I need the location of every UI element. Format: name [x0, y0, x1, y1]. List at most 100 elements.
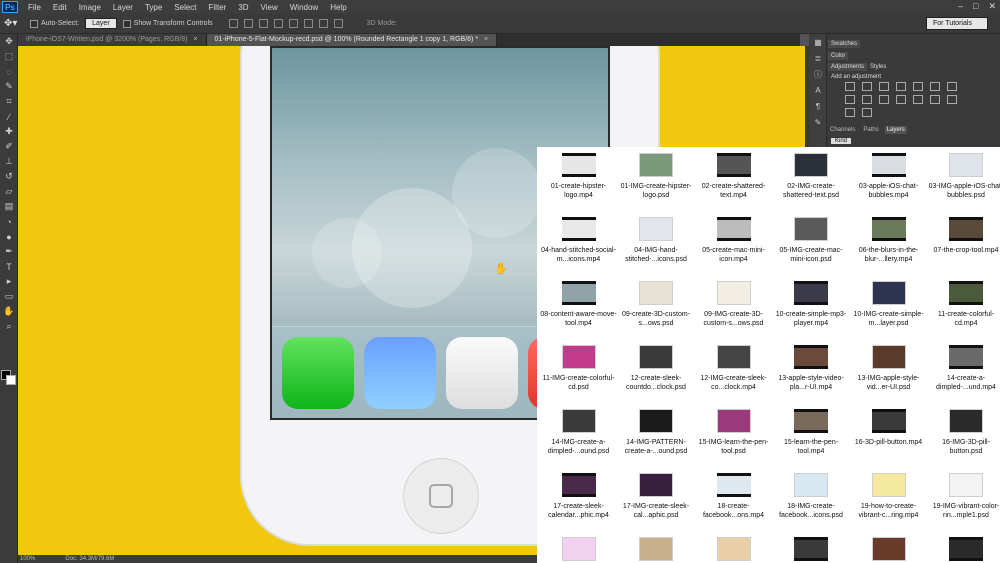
file-item[interactable]	[540, 537, 617, 561]
video-thumbnail-icon[interactable]	[949, 537, 983, 561]
file-item[interactable]: 03-IMG-apple-iOS-chat-bubbles.psd	[928, 153, 1000, 200]
file-item[interactable]: 07-the-crop-tool.mp4	[928, 217, 1000, 255]
video-thumbnail-icon[interactable]	[871, 217, 906, 241]
image-thumbnail-icon[interactable]	[871, 345, 906, 369]
file-item[interactable]: 15-IMG-learn-the-pen-tool.psd	[695, 409, 772, 456]
file-item[interactable]: 11-IMG-create-colorful-cd.psd	[540, 345, 617, 392]
gradient-map-icon[interactable]	[845, 108, 855, 117]
photo-filter-icon[interactable]	[862, 95, 872, 104]
invert-icon[interactable]	[913, 95, 923, 104]
menu-file[interactable]: File	[22, 3, 47, 12]
align-center-icon[interactable]	[288, 19, 298, 28]
image-thumbnail-icon[interactable]	[716, 537, 751, 561]
channel-mixer-icon[interactable]	[879, 95, 889, 104]
image-thumbnail-icon[interactable]	[561, 409, 596, 433]
file-item[interactable]: 04-IMG-hand-stitched-...icons.psd	[618, 217, 695, 264]
file-item[interactable]: 02-IMG-create-shattered-text.psd	[773, 153, 850, 200]
file-item[interactable]: 10-IMG-create-simple-m...layer.psd	[850, 281, 927, 328]
image-thumbnail-icon[interactable]	[639, 409, 673, 433]
crop-tool-icon[interactable]: ⌗	[0, 94, 18, 109]
menu-help[interactable]: Help	[324, 3, 352, 12]
image-thumbnail-icon[interactable]	[871, 281, 906, 305]
file-item[interactable]: 11-create-colorful-cd.mp4	[928, 281, 1000, 328]
transform-controls-checkbox[interactable]	[122, 19, 131, 28]
video-thumbnail-icon[interactable]	[871, 153, 906, 177]
tab-iphone-flat-mockup[interactable]: 01-iPhone-5-Flat-Mockup-recd.psd @ 100% …	[206, 34, 498, 46]
workspace-dropdown[interactable]: For Tutorials	[926, 17, 988, 30]
marquee-tool-icon[interactable]: ⬚	[0, 49, 18, 64]
video-thumbnail-icon[interactable]	[949, 345, 983, 369]
gradient-tool-icon[interactable]: ▤	[0, 199, 18, 214]
file-item[interactable]: 01-create-hipster-logo.mp4	[540, 153, 617, 200]
file-item[interactable]: 17-create-sleek-calendar...phic.mp4	[540, 473, 617, 520]
file-item[interactable]: 05-create-mac-mini-icon.mp4	[695, 217, 772, 264]
file-item[interactable]: 12-IMG-create-sleek-co...clock.mp4	[695, 345, 772, 392]
video-thumbnail-icon[interactable]	[794, 537, 828, 561]
eraser-tool-icon[interactable]: ▱	[0, 184, 18, 199]
curves-icon[interactable]	[879, 82, 889, 91]
file-item[interactable]: 16-IMG-3D-pill-button.psd	[928, 409, 1000, 456]
color-lookup-icon[interactable]	[896, 95, 906, 104]
video-thumbnail-icon[interactable]	[794, 281, 828, 305]
menu-select[interactable]: Select	[168, 3, 202, 12]
video-thumbnail-icon[interactable]	[716, 153, 751, 177]
type-tool-icon[interactable]: T	[0, 259, 18, 274]
exposure-icon[interactable]	[896, 82, 906, 91]
brush-tool-icon[interactable]: ✐	[0, 139, 18, 154]
image-thumbnail-icon[interactable]	[561, 537, 596, 561]
image-thumbnail-icon[interactable]	[639, 217, 673, 241]
maximize-icon[interactable]: □	[973, 1, 978, 12]
align-left-icon[interactable]	[273, 19, 283, 28]
tab-adjustments[interactable]: Adjustments	[828, 63, 868, 71]
tab-swatches[interactable]: Swatches	[828, 40, 861, 48]
file-item[interactable]	[850, 537, 927, 561]
file-item[interactable]: 19-IMG-vibrant-color-rin...mple1.psd	[928, 473, 1000, 520]
file-item[interactable]	[773, 537, 850, 561]
tab-layers[interactable]: Layers	[884, 126, 907, 134]
app-icon-white[interactable]	[446, 337, 518, 409]
file-item[interactable]: 02-create-shattered-text.mp4	[695, 153, 772, 200]
video-thumbnail-icon[interactable]	[561, 153, 596, 177]
tab-channels[interactable]: Channels	[828, 126, 857, 134]
file-item[interactable]: 16-3D-pill-button.mp4	[850, 409, 927, 447]
image-thumbnail-icon[interactable]	[639, 473, 673, 497]
hand-tool-icon[interactable]: ✋	[0, 304, 18, 319]
file-item[interactable]: 15-learn-the-pen-tool.mp4	[773, 409, 850, 456]
file-item[interactable]: 14-IMG-PATTERN-create-a-...ound.psd	[618, 409, 695, 456]
align-bottom-icon[interactable]	[258, 19, 268, 28]
image-thumbnail-icon[interactable]	[716, 345, 751, 369]
levels-icon[interactable]	[862, 82, 872, 91]
black-white-icon[interactable]	[845, 95, 855, 104]
file-item[interactable]: 08-content-aware-move-tool.mp4	[540, 281, 617, 328]
image-thumbnail-icon[interactable]	[639, 281, 673, 305]
menu-image[interactable]: Image	[73, 3, 107, 12]
video-thumbnail-icon[interactable]	[949, 217, 983, 241]
menu-filter[interactable]: Filter	[203, 3, 233, 12]
vibrance-icon[interactable]	[913, 82, 923, 91]
clone-stamp-tool-icon[interactable]: ⊥	[0, 154, 18, 169]
video-thumbnail-icon[interactable]	[716, 473, 751, 497]
file-item[interactable]: 14-IMG-create-a-dimpled-...ound.psd	[540, 409, 617, 456]
tab-styles[interactable]: Styles	[867, 63, 889, 71]
pen-tool-icon[interactable]: ✒	[0, 244, 18, 259]
image-thumbnail-icon[interactable]	[871, 473, 906, 497]
menu-type[interactable]: Type	[139, 3, 168, 12]
move-tool-icon[interactable]: ✥	[0, 34, 18, 49]
app-icon-green[interactable]	[282, 337, 354, 409]
color-balance-icon[interactable]	[947, 82, 957, 91]
close-icon[interactable]: ×	[193, 36, 197, 43]
file-item[interactable]	[618, 537, 695, 561]
image-thumbnail-icon[interactable]	[794, 473, 828, 497]
file-item[interactable]: 12-create-sleek-countdo...clock.psd	[618, 345, 695, 392]
app-icon-blue[interactable]	[364, 337, 436, 409]
tab-paths[interactable]: Paths	[861, 126, 880, 134]
file-item[interactable]: 14-create-a-dimpled-...und.mp4	[928, 345, 1000, 392]
tab-color[interactable]: Color	[828, 52, 849, 60]
video-thumbnail-icon[interactable]	[871, 409, 906, 433]
menu-layer[interactable]: Layer	[107, 3, 139, 12]
info-icon[interactable]: ⓘ	[809, 66, 827, 82]
image-thumbnail-icon[interactable]	[871, 537, 906, 561]
distribute-2-icon[interactable]	[333, 19, 343, 28]
character-icon[interactable]: A	[809, 82, 827, 98]
shape-tool-icon[interactable]: ▭	[0, 289, 18, 304]
